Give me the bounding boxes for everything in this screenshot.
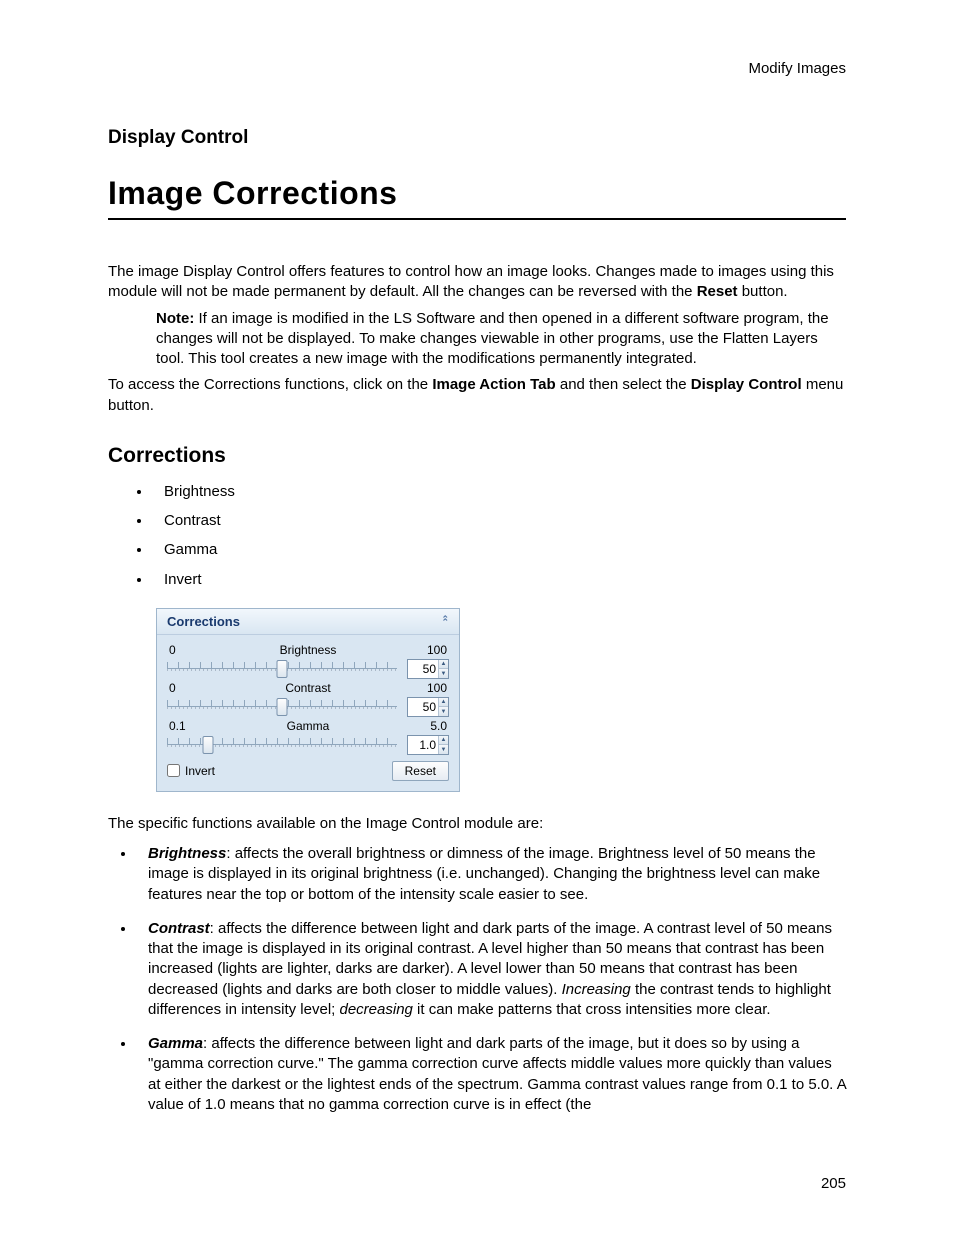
access-b1: Image Action Tab	[432, 376, 555, 393]
corrections-subhead: Corrections	[108, 444, 846, 468]
invert-checkbox[interactable]	[167, 764, 180, 777]
reset-word: Reset	[697, 283, 738, 300]
invert-label: Invert	[185, 764, 215, 778]
page-number: 205	[108, 1175, 846, 1192]
contrast-max: 100	[427, 681, 447, 695]
brightness-desc: Brightness: affects the overall brightne…	[136, 844, 846, 905]
contrast-label: Contrast	[285, 681, 330, 695]
gamma-name: Gamma	[148, 1035, 203, 1052]
brightness-spinner[interactable]: ▲ ▼	[407, 659, 449, 679]
list-item: Invert	[152, 570, 846, 590]
spin-down-icon[interactable]: ▼	[439, 745, 448, 754]
contrast-spinner[interactable]: ▲ ▼	[407, 697, 449, 717]
functions-intro: The specific functions available on the …	[108, 814, 846, 834]
brightness-value[interactable]	[408, 660, 438, 678]
brightness-slider-row: 0 Brightness 100 ▲ ▼	[167, 643, 449, 679]
access-c: and then select the	[556, 376, 691, 393]
header-section: Modify Images	[108, 60, 846, 77]
contrast-desc: Contrast: affects the difference between…	[136, 919, 846, 1020]
list-item: Gamma	[152, 540, 846, 560]
section-label: Display Control	[108, 127, 846, 149]
spin-up-icon[interactable]: ▲	[439, 736, 448, 746]
brightness-max: 100	[427, 643, 447, 657]
panel-header[interactable]: Corrections ⌃⌃	[157, 609, 459, 635]
note-block: Note: If an image is modified in the LS …	[156, 309, 846, 370]
invert-checkbox-wrap[interactable]: Invert	[167, 764, 215, 778]
access-b2: Display Control	[691, 376, 802, 393]
intro-paragraph: The image Display Control offers feature…	[108, 262, 846, 303]
access-paragraph: To access the Corrections functions, cli…	[108, 375, 846, 416]
gamma-spinner[interactable]: ▲ ▼	[407, 735, 449, 755]
contrast-text-c: it can make patterns that cross intensit…	[413, 1001, 771, 1018]
gamma-slider[interactable]	[167, 736, 397, 754]
brightness-name: Brightness	[148, 845, 226, 862]
note-label: Note:	[156, 310, 194, 327]
contrast-em2: decreasing	[340, 1001, 413, 1018]
gamma-desc: Gamma: affects the difference between li…	[136, 1034, 846, 1115]
corrections-bullet-list: Brightness Contrast Gamma Invert	[152, 482, 846, 590]
contrast-thumb[interactable]	[277, 698, 288, 716]
spin-down-icon[interactable]: ▼	[439, 669, 448, 678]
list-item: Contrast	[152, 511, 846, 531]
brightness-min: 0	[169, 643, 176, 657]
page-title: Image Corrections	[108, 175, 846, 220]
corrections-panel: Corrections ⌃⌃ 0 Brightness 100	[156, 608, 460, 792]
panel-title: Corrections	[167, 614, 240, 629]
spin-down-icon[interactable]: ▼	[439, 707, 448, 716]
contrast-slider[interactable]	[167, 698, 397, 716]
reset-button[interactable]: Reset	[392, 761, 449, 781]
note-text: If an image is modified in the LS Softwa…	[156, 310, 829, 368]
spin-up-icon[interactable]: ▲	[439, 660, 448, 670]
brightness-slider[interactable]	[167, 660, 397, 678]
contrast-name: Contrast	[148, 920, 210, 937]
brightness-text: : affects the overall brightness or dimn…	[148, 845, 820, 903]
contrast-min: 0	[169, 681, 176, 695]
gamma-min: 0.1	[169, 719, 186, 733]
spin-up-icon[interactable]: ▲	[439, 698, 448, 708]
contrast-em1: Increasing	[562, 981, 631, 998]
gamma-thumb[interactable]	[203, 736, 214, 754]
gamma-text: : affects the difference between light a…	[148, 1035, 846, 1113]
list-item: Brightness	[152, 482, 846, 502]
brightness-thumb[interactable]	[277, 660, 288, 678]
collapse-icon[interactable]: ⌃⌃	[441, 617, 449, 625]
gamma-max: 5.0	[430, 719, 447, 733]
panel-body: 0 Brightness 100 ▲ ▼	[157, 635, 459, 791]
functions-list: Brightness: affects the overall brightne…	[136, 844, 846, 1115]
brightness-label: Brightness	[280, 643, 337, 657]
access-a: To access the Corrections functions, cli…	[108, 376, 432, 393]
contrast-value[interactable]	[408, 698, 438, 716]
gamma-value[interactable]	[408, 736, 438, 754]
gamma-label: Gamma	[287, 719, 330, 733]
contrast-slider-row: 0 Contrast 100 ▲ ▼	[167, 681, 449, 717]
gamma-slider-row: 0.1 Gamma 5.0 ▲ ▼	[167, 719, 449, 755]
intro-text-b: button.	[738, 283, 788, 300]
